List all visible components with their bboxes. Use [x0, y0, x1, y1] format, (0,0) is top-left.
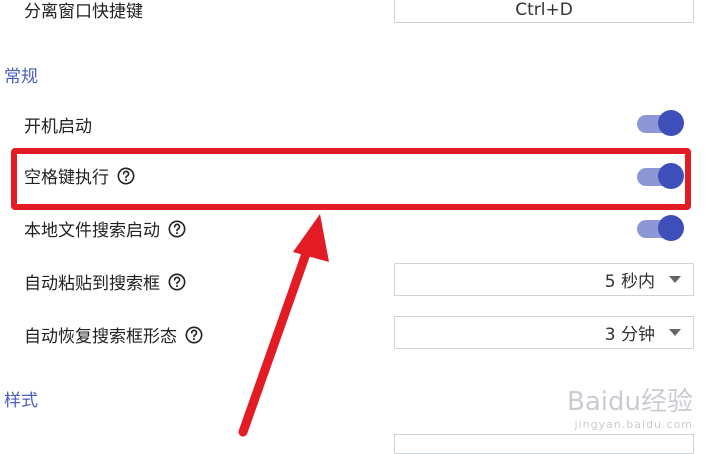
watermark: Baidu经验 jingyan.baidu.com — [567, 389, 693, 430]
arrow-annotation — [238, 214, 329, 437]
watermark-main: Baidu经验 — [567, 387, 693, 417]
watermark-sub: jingyan.baidu.com — [574, 418, 693, 431]
